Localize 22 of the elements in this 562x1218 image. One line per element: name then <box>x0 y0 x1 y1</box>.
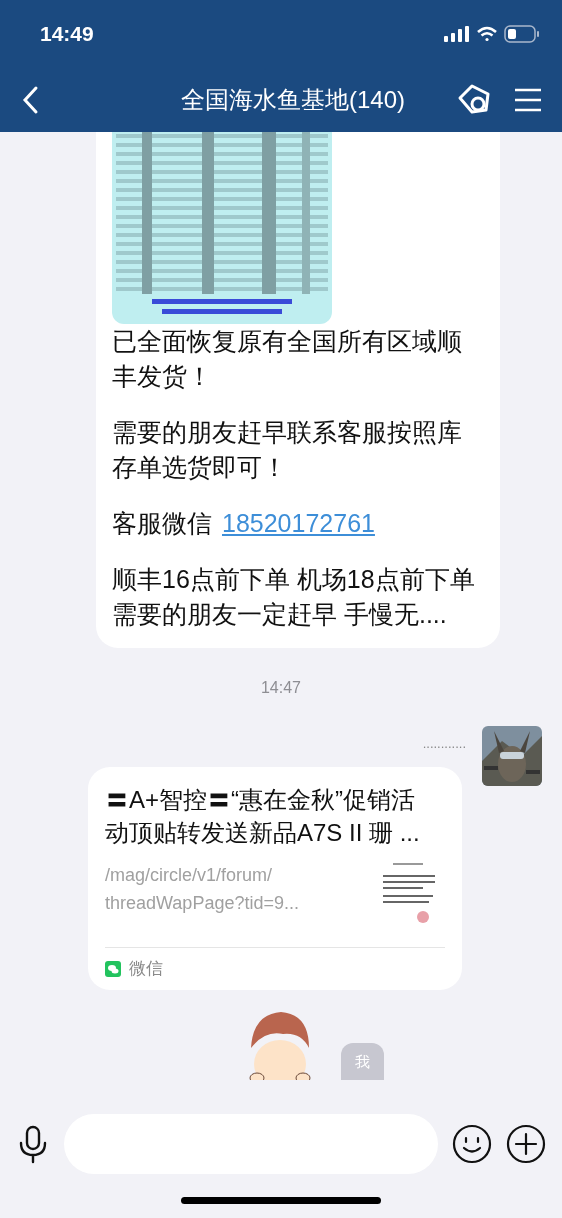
sticker-label: 我 <box>341 1043 384 1080</box>
link-url: threadWapPage?tid=9... <box>105 892 299 915</box>
menu-icon[interactable] <box>514 88 542 112</box>
emoji-icon[interactable] <box>452 1123 492 1164</box>
signal-icon <box>444 26 470 42</box>
message-text: 需要的朋友一定赶早 手慢无.... <box>112 599 448 630</box>
message-text: 已全面恢复原有全国所有区域顺丰发货！ <box>112 326 463 392</box>
message-text: 顺丰16点前下单 机场18点前下单 <box>112 564 476 595</box>
source-label: 微信 <box>129 958 163 980</box>
wifi-icon <box>476 26 498 42</box>
timestamp: 14:47 <box>260 678 301 698</box>
link-card[interactable]: 〓A+智控〓“惠在金秋”促销活动顶贴转发送新品A7S II 珊 ... /mag/circle/v1/forum/ threadWapPage?tid=9... 微信 <box>88 767 462 990</box>
battery-icon <box>504 25 540 43</box>
link-url: /mag/circle/v1/forum/ <box>105 864 274 887</box>
sender-name: ............ <box>422 735 466 753</box>
status-time: 14:49 <box>40 21 94 48</box>
chat-title: 全国海水鱼基地(140) <box>180 85 406 115</box>
message-text: 客服微信 <box>112 508 212 539</box>
add-icon[interactable] <box>506 1123 546 1164</box>
link-title: 〓A+智控〓“惠在金秋”促销活动顶贴转发送新品A7S II 珊 ... <box>105 785 421 848</box>
message-text: 需要的朋友赶早联系客服按照库存单选货即可！ <box>112 417 463 483</box>
chat-bubbles-icon <box>105 960 121 977</box>
